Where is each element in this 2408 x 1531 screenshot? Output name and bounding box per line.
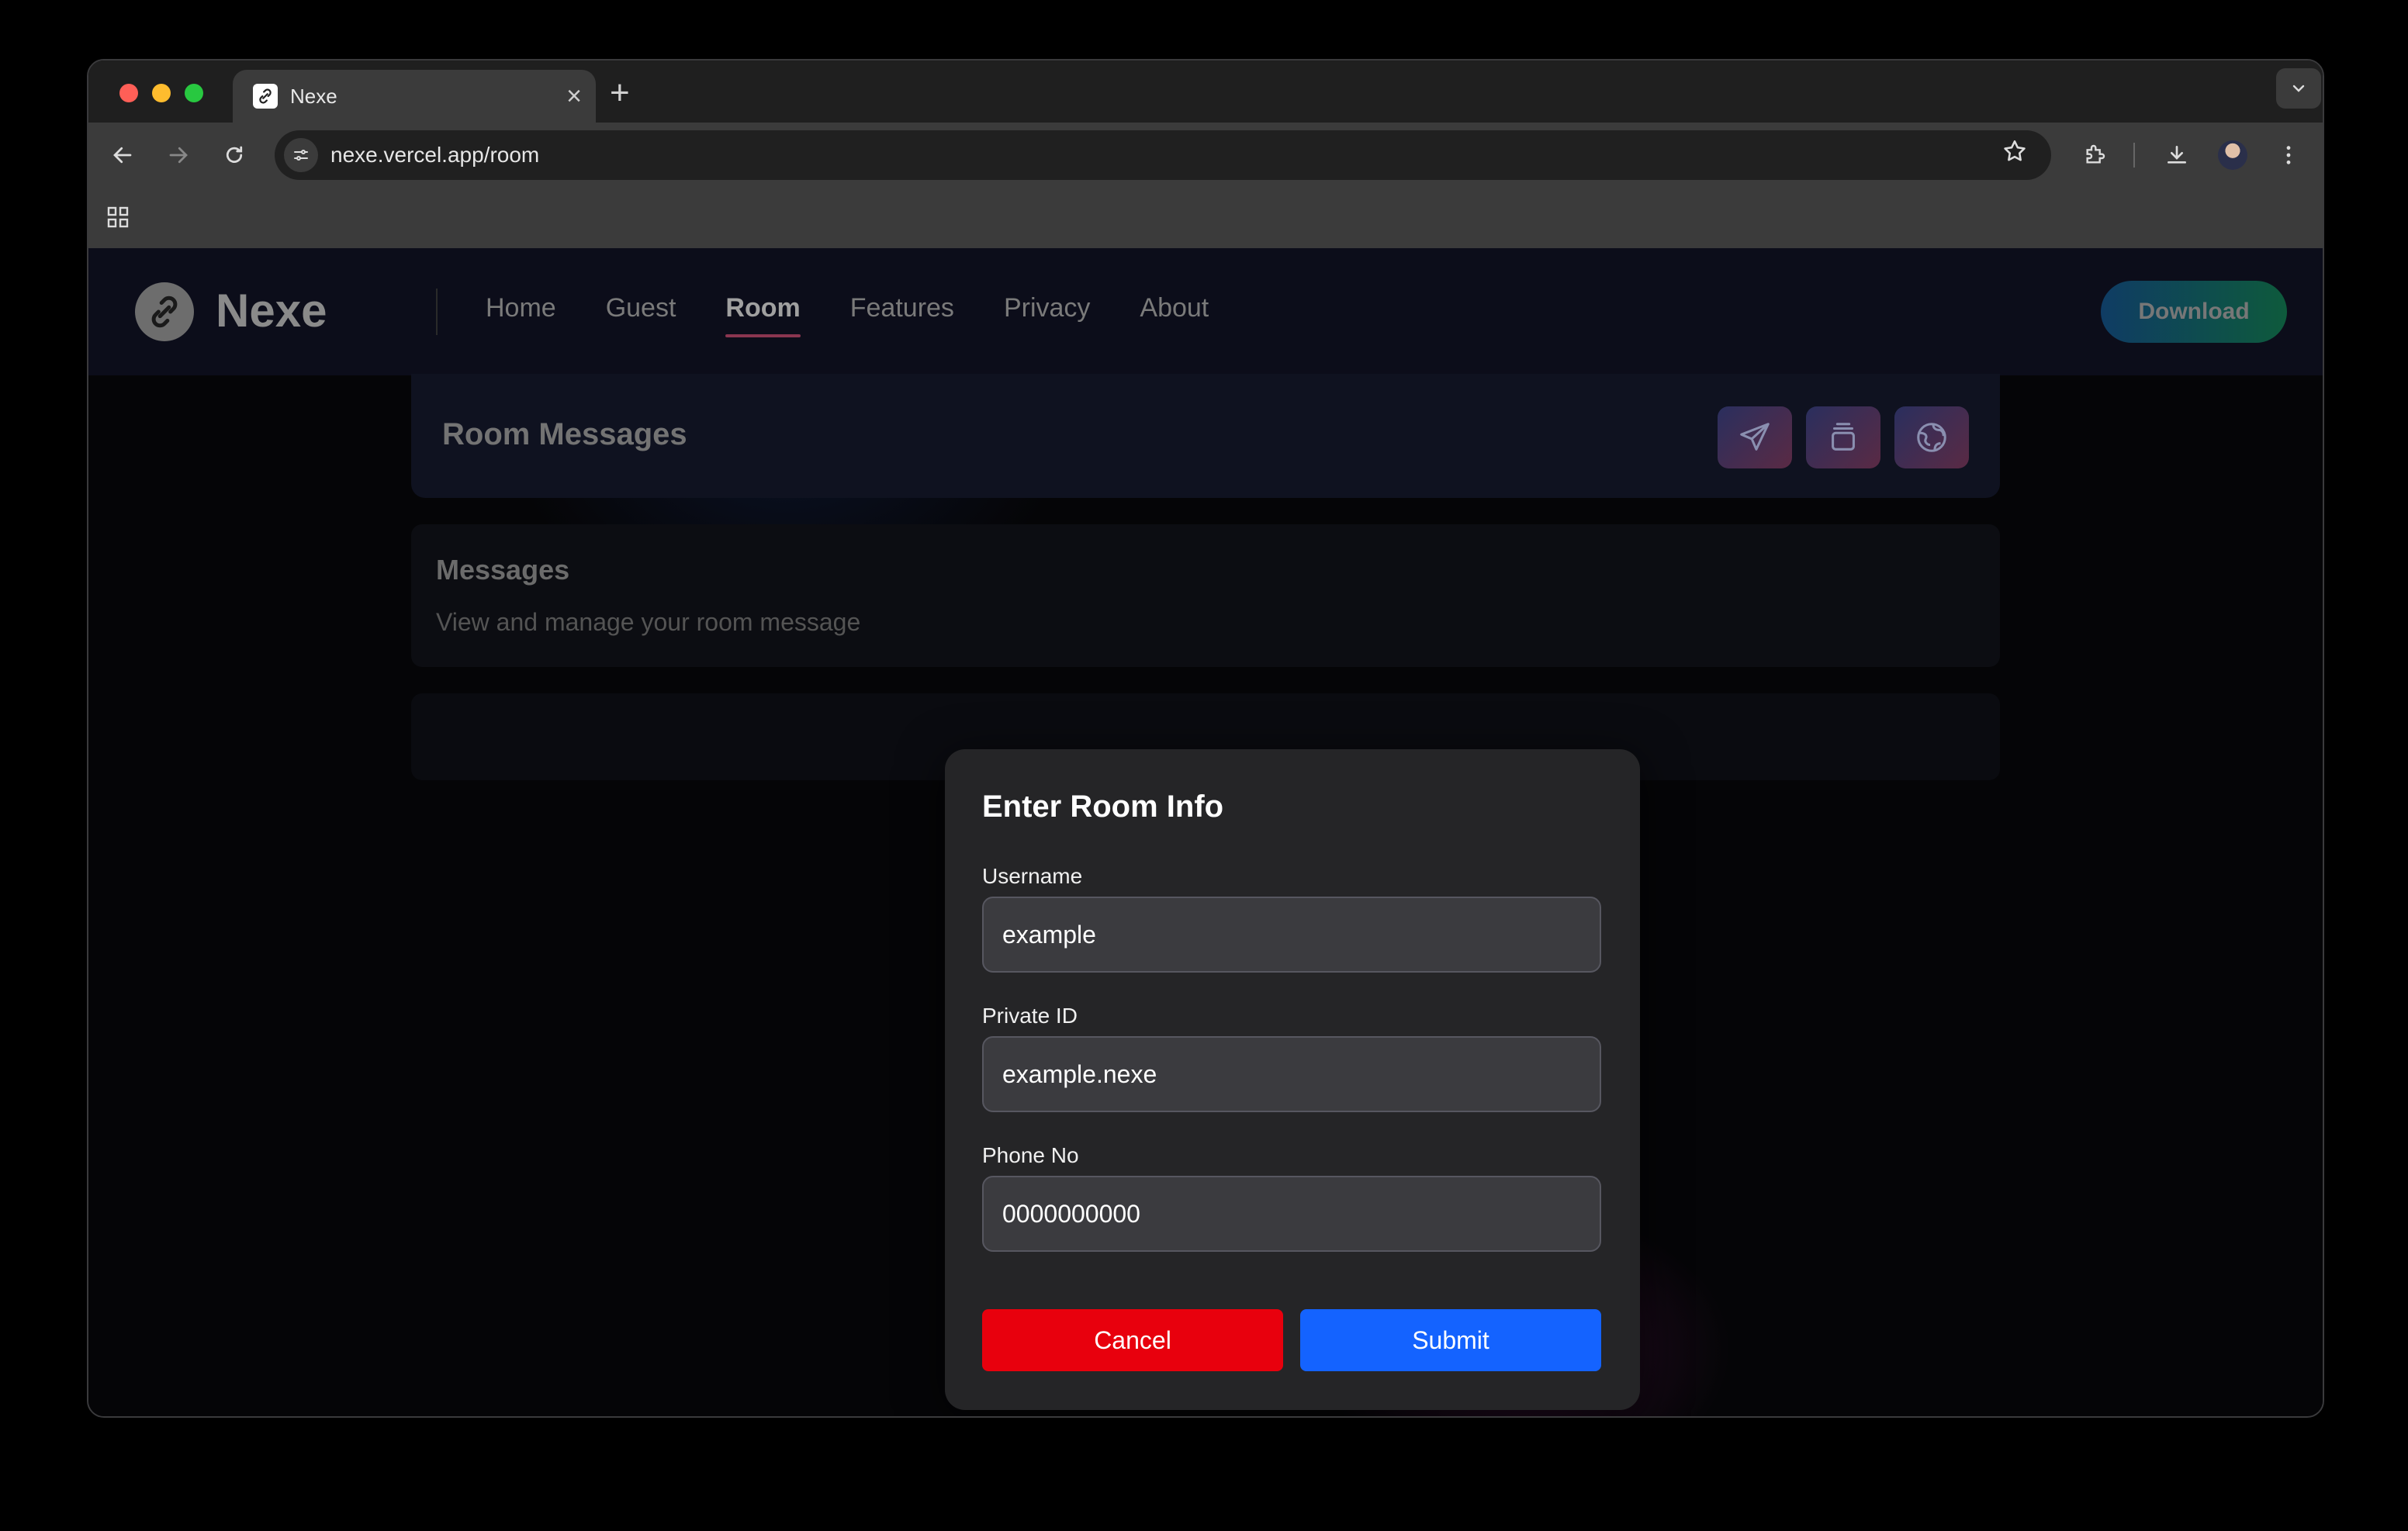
room-title: Room Messages [442, 417, 687, 451]
nav-divider [436, 289, 438, 335]
browser-toolbar: nexe.vercel.app/room [88, 123, 2323, 188]
room-header: Room Messages [411, 374, 2000, 498]
nav-link-features[interactable]: Features [850, 293, 954, 323]
more-vertical-icon [2286, 146, 2291, 164]
modal-title: Enter Room Info [982, 790, 1224, 824]
window-controls [119, 84, 203, 102]
stack-icon [1832, 423, 1855, 451]
cancel-button[interactable]: Cancel [982, 1309, 1283, 1371]
arrow-left-icon [113, 147, 132, 164]
bookmarks-bar [88, 188, 2323, 248]
favicon-icon [253, 84, 278, 109]
phone-label: Phone No [982, 1143, 1079, 1167]
chevron-down-icon [2292, 85, 2305, 92]
profile-avatar[interactable] [2216, 138, 2250, 172]
new-tab-button[interactable]: + [610, 73, 630, 113]
tab-search-button[interactable] [2276, 68, 2321, 109]
reload-icon [226, 146, 243, 163]
messages-subtitle: View and manage your room message [436, 608, 861, 636]
private-id-input[interactable] [982, 1036, 1601, 1112]
address-bar[interactable]: nexe.vercel.app/room [275, 130, 2051, 180]
send-icon [1740, 423, 1770, 451]
apps-grid-icon[interactable] [104, 203, 132, 235]
site-settings-icon[interactable] [284, 138, 318, 172]
arrow-right-icon [169, 147, 188, 164]
submit-button[interactable]: Submit [1300, 1309, 1601, 1371]
globe-icon [1917, 423, 1946, 452]
nav-link-about[interactable]: About [1140, 293, 1209, 323]
close-tab-icon[interactable]: × [566, 81, 582, 112]
maximize-window-button[interactable] [185, 84, 203, 102]
phone-input[interactable] [982, 1176, 1601, 1252]
downloads-button[interactable] [2160, 138, 2194, 172]
bookmark-star-icon[interactable] [2001, 138, 2028, 168]
brand-name[interactable]: Nexe [216, 284, 327, 337]
download-icon [2168, 146, 2186, 164]
messages-title: Messages [436, 554, 570, 586]
extensions-button[interactable] [2078, 138, 2112, 172]
username-input[interactable] [982, 897, 1601, 973]
nav-link-privacy[interactable]: Privacy [1004, 293, 1090, 323]
room-actions [1718, 406, 1969, 468]
tab-title: Nexe [290, 84, 337, 108]
username-label: Username [982, 864, 1083, 888]
room-info-modal: Enter Room Info Username Private ID Phon… [945, 749, 1640, 1410]
send-button[interactable] [1718, 406, 1792, 468]
toolbar-divider [2133, 143, 2135, 168]
site-nav-links: Home Guest Room Features Privacy About [486, 293, 1209, 337]
close-window-button[interactable] [119, 84, 138, 102]
puzzle-icon [2086, 144, 2105, 164]
download-button[interactable]: Download [2101, 281, 2287, 343]
browser-window: Nexe × + nexe.vercel.app/room Nexe Home … [87, 59, 2324, 1418]
browser-tab[interactable]: Nexe × [233, 70, 596, 123]
forward-button[interactable] [161, 138, 195, 172]
tab-strip: Nexe × + [88, 60, 2323, 123]
stack-button[interactable] [1806, 406, 1880, 468]
nexe-logo-icon[interactable] [135, 282, 194, 341]
url-text: nexe.vercel.app/room [330, 143, 540, 167]
globe-button[interactable] [1894, 406, 1969, 468]
private-id-label: Private ID [982, 1004, 1078, 1028]
nav-link-room[interactable]: Room [725, 293, 801, 337]
site-navbar: Nexe Home Guest Room Features Privacy Ab… [88, 248, 2323, 375]
browser-menu-button[interactable] [2271, 138, 2306, 172]
back-button[interactable] [106, 138, 140, 172]
reload-button[interactable] [217, 138, 251, 172]
nav-link-guest[interactable]: Guest [606, 293, 676, 323]
nav-link-home[interactable]: Home [486, 293, 556, 323]
avatar [2218, 140, 2247, 170]
minimize-window-button[interactable] [152, 84, 171, 102]
messages-card: Messages View and manage your room messa… [411, 524, 2000, 667]
page-content: Nexe Home Guest Room Features Privacy Ab… [88, 248, 2323, 1416]
